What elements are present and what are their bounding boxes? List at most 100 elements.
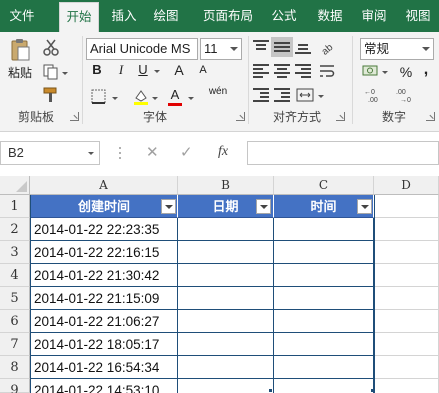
- filter-dropdown-icon[interactable]: [256, 199, 271, 214]
- column-header-c[interactable]: C: [274, 176, 374, 195]
- row-header[interactable]: 5: [0, 287, 30, 310]
- tab-draw[interactable]: 绘图: [148, 0, 184, 32]
- tab-file[interactable]: 文件: [4, 0, 40, 32]
- font-size-dropdown[interactable]: 11: [200, 38, 242, 60]
- tab-insert[interactable]: 插入: [106, 0, 142, 32]
- clipboard-launcher-icon[interactable]: [70, 112, 79, 121]
- align-top-icon[interactable]: [253, 40, 269, 54]
- bold-button[interactable]: B: [90, 60, 104, 80]
- cell-c2[interactable]: [274, 218, 374, 241]
- merge-dropdown-caret[interactable]: [318, 95, 324, 98]
- number-launcher-icon[interactable]: [426, 112, 435, 121]
- cell-c9[interactable]: [274, 379, 374, 393]
- row-header[interactable]: 6: [0, 310, 30, 333]
- row-header[interactable]: 4: [0, 264, 30, 287]
- row-header[interactable]: 3: [0, 241, 30, 264]
- cell-d8[interactable]: [375, 356, 439, 379]
- wrap-text-icon[interactable]: [318, 62, 336, 80]
- cell-d2[interactable]: [375, 218, 439, 241]
- cell-d3[interactable]: [375, 241, 439, 264]
- increase-indent-icon[interactable]: [274, 88, 290, 102]
- row-header[interactable]: 9: [0, 379, 30, 393]
- row-header[interactable]: 1: [0, 195, 30, 218]
- cell-b3[interactable]: [178, 241, 274, 264]
- drag-handle-icon[interactable]: [118, 146, 122, 160]
- cell-a7[interactable]: 2014-01-22 18:05:17: [31, 333, 178, 356]
- comma-style-button[interactable]: ,: [420, 60, 432, 80]
- cancel-entry-icon[interactable]: ✕: [146, 143, 159, 161]
- cell-d1[interactable]: [375, 195, 439, 218]
- percent-style-button[interactable]: %: [398, 62, 414, 82]
- cell-d5[interactable]: [375, 287, 439, 310]
- cell-c4[interactable]: [274, 264, 374, 287]
- name-box-dropdown-caret[interactable]: [88, 152, 94, 155]
- borders-dropdown-caret[interactable]: [112, 97, 118, 100]
- cell-a6[interactable]: 2014-01-22 21:06:27: [31, 310, 178, 333]
- cell-a2[interactable]: 2014-01-22 22:23:35: [31, 218, 178, 241]
- row-header[interactable]: 2: [0, 218, 30, 241]
- cut-icon[interactable]: [42, 38, 60, 56]
- paste-button[interactable]: 粘贴: [5, 36, 35, 100]
- increase-decimal-icon[interactable]: ←0 .00: [364, 86, 386, 104]
- cell-b8[interactable]: [178, 356, 274, 379]
- cell-d4[interactable]: [375, 264, 439, 287]
- font-launcher-icon[interactable]: [236, 112, 245, 121]
- formula-input[interactable]: [247, 141, 439, 165]
- confirm-entry-icon[interactable]: ✓: [180, 143, 193, 161]
- tab-data[interactable]: 数据: [312, 0, 348, 32]
- align-center-icon[interactable]: [274, 64, 290, 78]
- cell-c3[interactable]: [274, 241, 374, 264]
- cell-a9[interactable]: 2014-01-22 14:53:10: [31, 379, 178, 393]
- underline-button[interactable]: U: [136, 60, 150, 80]
- cell-b2[interactable]: [178, 218, 274, 241]
- column-header-a[interactable]: A: [30, 176, 178, 195]
- cell-c7[interactable]: [274, 333, 374, 356]
- insert-function-button[interactable]: fx: [218, 144, 228, 160]
- align-middle-icon[interactable]: [274, 40, 290, 54]
- cell-c6[interactable]: [274, 310, 374, 333]
- decrease-decimal-icon[interactable]: .00 →0: [396, 86, 418, 104]
- table-resize-handle[interactable]: [371, 389, 374, 392]
- decrease-indent-icon[interactable]: [253, 88, 269, 102]
- cell-b4[interactable]: [178, 264, 274, 287]
- merge-center-icon[interactable]: [296, 86, 314, 104]
- cell-d6[interactable]: [375, 310, 439, 333]
- fill-color-dropdown-caret[interactable]: [152, 97, 158, 100]
- accounting-dropdown-caret[interactable]: [382, 71, 388, 74]
- tab-view[interactable]: 视图: [400, 0, 436, 32]
- cell-a3[interactable]: 2014-01-22 22:16:15: [31, 241, 178, 264]
- borders-icon[interactable]: [90, 88, 108, 106]
- tab-review[interactable]: 审阅: [356, 0, 392, 32]
- row-header[interactable]: 8: [0, 356, 30, 379]
- filter-dropdown-icon[interactable]: [161, 199, 176, 214]
- align-left-icon[interactable]: [253, 64, 269, 78]
- number-format-dropdown[interactable]: 常规: [360, 38, 434, 60]
- cell-a4[interactable]: 2014-01-22 21:30:42: [31, 264, 178, 287]
- filter-dropdown-icon[interactable]: [357, 199, 372, 214]
- cell-b9[interactable]: [178, 379, 274, 393]
- cell-d7[interactable]: [375, 333, 439, 356]
- cell-c8[interactable]: [274, 356, 374, 379]
- copy-dropdown-caret[interactable]: [62, 72, 68, 75]
- tab-page-layout[interactable]: 页面布局: [198, 0, 258, 32]
- cell-d9[interactable]: [375, 379, 439, 393]
- column-header-b[interactable]: B: [178, 176, 274, 195]
- underline-dropdown-caret[interactable]: [154, 70, 160, 73]
- font-color-dropdown-caret[interactable]: [188, 97, 194, 100]
- tab-home[interactable]: 开始: [59, 2, 99, 32]
- italic-button[interactable]: I: [114, 60, 128, 80]
- table-header-created-time[interactable]: 创建时间: [31, 195, 178, 218]
- font-name-dropdown[interactable]: Arial Unicode MS: [86, 38, 198, 60]
- cell-c5[interactable]: [274, 287, 374, 310]
- font-color-button[interactable]: A: [168, 86, 182, 106]
- cell-a8[interactable]: 2014-01-22 16:54:34: [31, 356, 178, 379]
- orientation-icon[interactable]: ab: [318, 38, 336, 56]
- name-box[interactable]: B2: [0, 141, 100, 165]
- grow-font-button[interactable]: A: [172, 60, 186, 80]
- cell-a5[interactable]: 2014-01-22 21:15:09: [31, 287, 178, 310]
- cell-b6[interactable]: [178, 310, 274, 333]
- row-header[interactable]: 7: [0, 333, 30, 356]
- align-bottom-icon[interactable]: [295, 40, 311, 54]
- column-header-d[interactable]: D: [374, 176, 439, 195]
- select-all-button[interactable]: [0, 176, 30, 195]
